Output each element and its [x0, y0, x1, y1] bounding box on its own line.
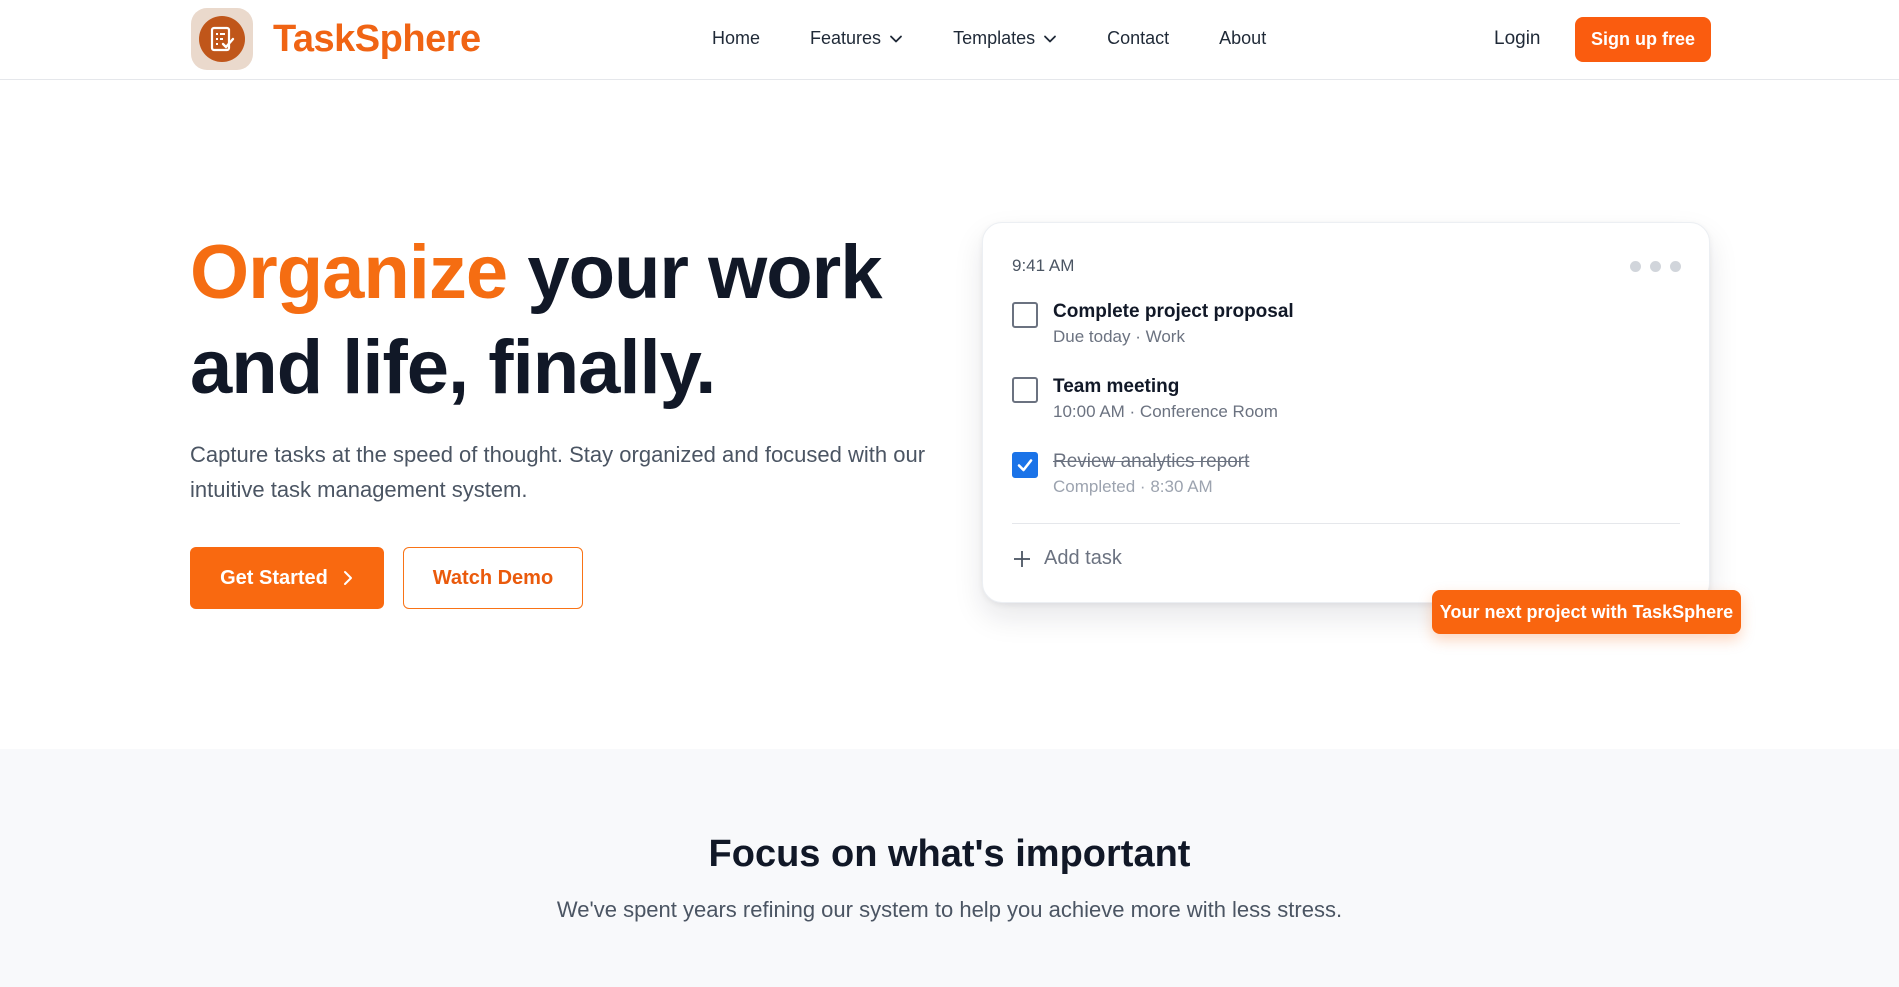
- task-preview-card: 9:41 AM Complete project proposal Due to…: [982, 222, 1710, 603]
- task-checkbox[interactable]: [1012, 302, 1038, 328]
- card-time: 9:41 AM: [1012, 256, 1075, 275]
- nav-features-label: Features: [810, 28, 882, 48]
- hero-title-accent: Organize: [190, 230, 508, 315]
- plus-icon: [1014, 550, 1030, 567]
- more-options-icon[interactable]: [1630, 261, 1681, 272]
- add-task-label: Add task: [1044, 547, 1122, 569]
- checklist-icon: [191, 8, 253, 70]
- nav-contact-label: Contact: [1107, 28, 1170, 48]
- login-link[interactable]: Login: [1494, 28, 1541, 50]
- brand-logo[interactable]: TaskSphere: [191, 8, 481, 70]
- brand-name: TaskSphere: [273, 17, 481, 60]
- nav-templates[interactable]: Templates: [953, 28, 1057, 49]
- task-checkbox[interactable]: [1012, 377, 1038, 403]
- section-title: Focus on what's important: [708, 833, 1191, 875]
- chevron-right-icon: [343, 571, 352, 585]
- task-item: Review analytics report Completed · 8:30…: [1012, 449, 1249, 497]
- task-checkbox-checked[interactable]: [1012, 452, 1038, 478]
- hero-title-rest: your work: [507, 230, 882, 315]
- promo-badge: Your next project with TaskSphere: [1432, 590, 1741, 634]
- task-title: Team meeting: [1053, 376, 1180, 397]
- nav-templates-label: Templates: [953, 28, 1036, 48]
- get-started-button[interactable]: Get Started: [190, 547, 384, 609]
- get-started-label: Get Started: [220, 566, 328, 589]
- task-title: Complete project proposal: [1053, 301, 1294, 322]
- task-meta: 10:00 AM · Conference Room: [1053, 402, 1278, 421]
- signup-button[interactable]: Sign up free: [1575, 17, 1711, 62]
- hero-subtitle: Capture tasks at the speed of thought. S…: [190, 442, 926, 502]
- task-meta: Due today · Work: [1053, 327, 1185, 346]
- hero-title-line2: and life, finally.: [190, 325, 716, 410]
- nav-features[interactable]: Features: [810, 28, 903, 49]
- task-meta: Completed · 8:30 AM: [1053, 477, 1213, 496]
- checkmark-icon: [1017, 459, 1033, 472]
- section-subtitle: We've spent years refining our system to…: [556, 897, 1343, 922]
- nav-home[interactable]: Home: [712, 28, 760, 49]
- chevron-down-icon: [890, 35, 902, 42]
- nav-about-label: About: [1219, 28, 1267, 48]
- top-navbar: TaskSphere Home Features Templates Conta…: [0, 0, 1899, 80]
- task-item: Complete project proposal Due today · Wo…: [1012, 299, 1294, 347]
- nav-home-label: Home: [712, 28, 761, 48]
- nav-about[interactable]: About: [1219, 28, 1266, 49]
- chevron-down-icon: [1044, 35, 1057, 42]
- add-task-button[interactable]: Add task: [1012, 547, 1122, 570]
- nav-contact[interactable]: Contact: [1107, 28, 1169, 49]
- task-item: Team meeting 10:00 AM · Conference Room: [1012, 374, 1278, 422]
- hero-title: Organize your work and life, finally.: [190, 225, 950, 415]
- watch-demo-button[interactable]: Watch Demo: [403, 547, 583, 609]
- task-title: Review analytics report: [1053, 451, 1250, 472]
- main-menu: Home Features Templates Contact About: [712, 28, 1316, 49]
- divider: [1012, 523, 1680, 524]
